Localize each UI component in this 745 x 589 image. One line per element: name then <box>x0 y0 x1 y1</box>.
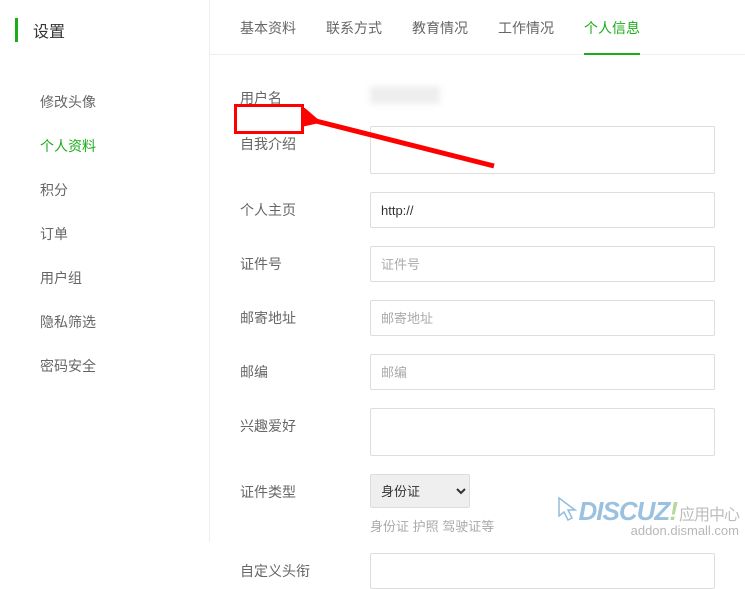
row-address: 邮寄地址 <box>240 300 715 336</box>
input-custom-title[interactable] <box>370 553 715 589</box>
sidebar-nav: 修改头像 个人资料 积分 订单 用户组 隐私筛选 密码安全 <box>0 60 209 388</box>
idtype-hint: 身份证 护照 驾驶证等 <box>370 516 715 535</box>
label-username: 用户名 <box>240 80 370 108</box>
row-idnum: 证件号 <box>240 246 715 282</box>
sidebar-item-usergroup[interactable]: 用户组 <box>0 256 209 300</box>
select-idtype[interactable]: 身份证 <box>370 474 470 508</box>
input-address[interactable] <box>370 300 715 336</box>
sidebar-item-password[interactable]: 密码安全 <box>0 344 209 388</box>
row-bio: 自我介绍 <box>240 126 715 174</box>
label-hobby: 兴趣爱好 <box>240 408 370 436</box>
row-custom-title: 自定义头衔 <box>240 553 715 589</box>
input-hobby[interactable] <box>370 408 715 456</box>
cursor-icon <box>555 496 581 522</box>
row-idtype: 证件类型 身份证 身份证 护照 驾驶证等 <box>240 474 715 535</box>
username-value-redacted <box>370 86 440 104</box>
label-homepage: 个人主页 <box>240 192 370 220</box>
tabs: 基本资料 联系方式 教育情况 工作情况 个人信息 <box>210 0 745 55</box>
sidebar: 设置 修改头像 个人资料 积分 订单 用户组 隐私筛选 密码安全 <box>0 0 210 542</box>
input-bio[interactable] <box>370 126 715 174</box>
form: 用户名 自我介绍 个人主页 证件号 邮寄地址 邮编 <box>210 55 745 589</box>
input-idnum[interactable] <box>370 246 715 282</box>
tab-basic[interactable]: 基本资料 <box>240 18 296 54</box>
input-homepage[interactable] <box>370 192 715 228</box>
row-hobby: 兴趣爱好 <box>240 408 715 456</box>
row-zip: 邮编 <box>240 354 715 390</box>
sidebar-item-avatar[interactable]: 修改头像 <box>0 80 209 124</box>
tab-education[interactable]: 教育情况 <box>412 18 468 54</box>
sidebar-item-profile[interactable]: 个人资料 <box>0 124 209 168</box>
tab-contact[interactable]: 联系方式 <box>326 18 382 54</box>
content: 基本资料 联系方式 教育情况 工作情况 个人信息 用户名 自我介绍 个人主页 证… <box>210 0 745 542</box>
sidebar-item-orders[interactable]: 订单 <box>0 212 209 256</box>
sidebar-title: 设置 <box>33 24 65 41</box>
input-zip[interactable] <box>370 354 715 390</box>
label-idtype: 证件类型 <box>240 474 370 502</box>
label-bio: 自我介绍 <box>240 126 370 154</box>
label-zip: 邮编 <box>240 354 370 382</box>
tab-work[interactable]: 工作情况 <box>498 18 554 54</box>
sidebar-header: 设置 <box>0 0 209 60</box>
tab-personal[interactable]: 个人信息 <box>584 18 640 54</box>
label-idnum: 证件号 <box>240 246 370 274</box>
row-username: 用户名 <box>240 80 715 108</box>
label-address: 邮寄地址 <box>240 300 370 328</box>
row-homepage: 个人主页 <box>240 192 715 228</box>
label-custom-title: 自定义头衔 <box>240 553 370 581</box>
sidebar-item-privacy[interactable]: 隐私筛选 <box>0 300 209 344</box>
sidebar-item-points[interactable]: 积分 <box>0 168 209 212</box>
